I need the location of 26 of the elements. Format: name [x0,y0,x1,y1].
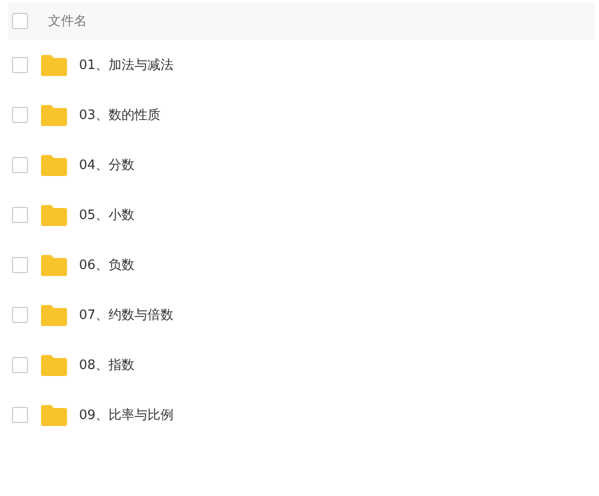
row-checkbox[interactable] [12,257,28,273]
folder-icon [41,204,67,226]
file-name[interactable]: 01、加法与减法 [79,56,174,74]
row-checkbox[interactable] [12,157,28,173]
row-checkbox[interactable] [12,107,28,123]
file-name[interactable]: 05、小数 [79,206,135,224]
row-checkbox[interactable] [12,57,28,73]
file-name[interactable]: 09、比率与比例 [79,406,174,424]
file-name[interactable]: 04、分数 [79,156,135,174]
folder-icon [41,154,67,176]
file-name[interactable]: 08、指数 [79,356,135,374]
folder-icon [41,404,67,426]
select-all-checkbox[interactable] [12,13,28,29]
file-name[interactable]: 06、负数 [79,256,135,274]
file-name[interactable]: 07、约数与倍数 [79,306,174,324]
folder-icon [41,254,67,276]
row-checkbox[interactable] [12,407,28,423]
folder-icon [41,54,67,76]
file-name[interactable]: 03、数的性质 [79,106,161,124]
row-checkbox[interactable] [12,357,28,373]
row-checkbox[interactable] [12,307,28,323]
column-header: 文件名 [48,13,87,30]
folder-icon [41,104,67,126]
folder-icon [41,354,67,376]
row-checkbox[interactable] [12,207,28,223]
folder-icon [41,304,67,326]
